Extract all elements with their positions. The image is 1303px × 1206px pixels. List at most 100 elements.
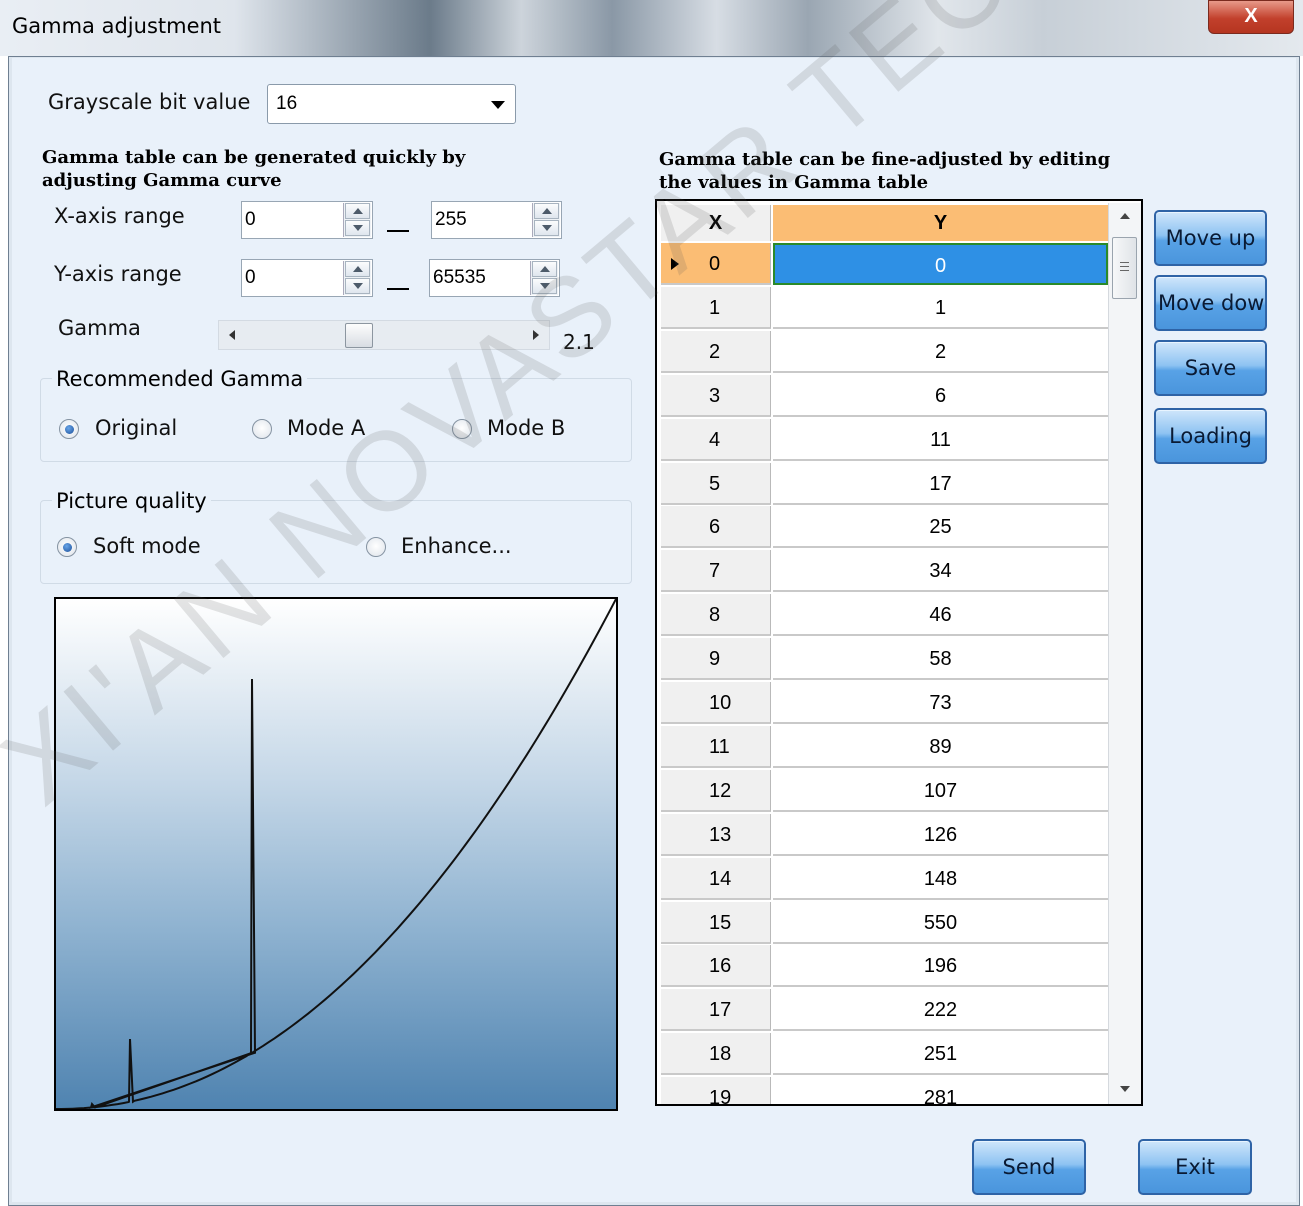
radio-soft-mode[interactable] [57,537,77,557]
grip-icon [1120,262,1129,263]
cell-x[interactable]: 9 [661,638,771,681]
cell-y[interactable]: 89 [773,725,1108,768]
cell-x[interactable]: 17 [661,989,771,1032]
cell-x[interactable]: 6 [661,506,771,549]
cell-x[interactable]: 15 [661,901,771,944]
y-min-spinner[interactable]: 0 [241,259,373,297]
spin-up-icon[interactable] [345,261,370,277]
cell-y[interactable]: 1 [773,286,1108,329]
row-indicator-icon [671,258,679,270]
cell-y[interactable]: 281 [773,1077,1108,1104]
x-min-spinner[interactable]: 0 [241,201,373,239]
spin-down-icon[interactable] [345,278,370,294]
cell-x[interactable]: 12 [661,769,771,812]
exit-button[interactable]: Exit [1138,1139,1252,1195]
move-up-button[interactable]: Move up [1154,210,1267,266]
cell-y[interactable]: 107 [773,769,1108,812]
gamma-curve-canvas[interactable] [54,597,618,1111]
loading-button[interactable]: Loading [1154,408,1267,464]
x-max-value: 255 [435,209,467,230]
spin-up-icon[interactable] [532,261,557,277]
arrow-right-icon[interactable] [533,330,539,340]
cell-x[interactable]: 5 [661,462,771,505]
cell-x[interactable]: 14 [661,857,771,900]
right-note-line-1: Gamma table can be fine-adjusted by edit… [659,149,1111,170]
cell-x[interactable]: 18 [661,1033,771,1076]
y-axis-label: Y-axis range [54,262,182,286]
chevron-down-icon [491,101,505,109]
y-max-spinner[interactable]: 65535 [429,259,560,297]
cell-y[interactable]: 58 [773,638,1108,681]
y-max-spin-buttons [530,261,558,295]
cell-y[interactable]: 2 [773,330,1108,373]
radio-mode-b[interactable] [452,419,472,439]
slider-thumb[interactable] [345,323,374,348]
radio-original[interactable] [59,419,79,439]
cell-y[interactable]: 25 [773,506,1108,549]
column-header-y[interactable]: Y [773,205,1108,241]
grayscale-label: Grayscale bit value [48,90,251,114]
gamma-slider[interactable] [218,320,550,350]
cell-y[interactable]: 550 [773,901,1108,944]
cell-x[interactable]: 19 [661,1077,771,1104]
cell-y[interactable]: 11 [773,418,1108,461]
x-max-spinner[interactable]: 255 [431,201,562,239]
radio-mode-b-label[interactable]: Mode B [487,416,565,440]
cell-y[interactable]: 34 [773,550,1108,593]
gamma-curve-line [56,598,617,1110]
radio-enhance[interactable] [366,537,386,557]
send-button[interactable]: Send [972,1139,1086,1195]
scroll-down-icon[interactable] [1120,1086,1130,1092]
cell-y[interactable]: 196 [773,945,1108,988]
cell-y[interactable]: 46 [773,594,1108,637]
spin-down-icon[interactable] [345,220,370,236]
range-dash [387,288,409,290]
spin-down-icon[interactable] [532,278,557,294]
cell-y[interactable]: 222 [773,989,1108,1032]
move-down-button[interactable]: Move down [1154,275,1267,331]
cell-y[interactable]: 6 [773,374,1108,417]
left-note: Gamma table can be generated quickly by … [42,146,465,192]
grayscale-select[interactable]: 16 [267,84,516,124]
cell-x[interactable]: 4 [661,418,771,461]
cell-y[interactable]: 17 [773,462,1108,505]
cell-y[interactable]: 251 [773,1033,1108,1076]
scroll-up-icon[interactable] [1120,213,1130,219]
cell-y[interactable]: 73 [773,682,1108,724]
cell-x[interactable]: 1 [661,286,771,329]
scroll-thumb[interactable] [1112,237,1137,299]
cell-x[interactable]: 3 [661,374,771,417]
spin-up-icon[interactable] [534,203,559,219]
gamma-table[interactable]: X Y 0 0 1 1 2 2 3 6 4 11 5 17 6 25 7 34 8 46 9 58 10 73 11 89 12… [655,199,1143,1106]
cell-y[interactable]: 126 [773,813,1108,856]
picture-quality-title: Picture quality [52,489,211,513]
spin-down-icon[interactable] [534,220,559,236]
gamma-value: 2.1 [563,330,595,354]
radio-enhance-label[interactable]: Enhance... [401,534,512,558]
cell-x[interactable]: 13 [661,813,771,856]
radio-mode-a[interactable] [252,419,272,439]
spin-up-icon[interactable] [345,203,370,219]
radio-mode-a-label[interactable]: Mode A [287,416,365,440]
radio-soft-mode-label[interactable]: Soft mode [93,534,201,558]
cell-x[interactable]: 7 [661,550,771,593]
cell-x[interactable]: 2 [661,330,771,373]
arrow-left-icon[interactable] [229,330,235,340]
cell-y[interactable]: 148 [773,857,1108,900]
window-title: Gamma adjustment [12,14,222,38]
title-bar: Gamma adjustment X [0,0,1303,56]
save-button[interactable]: Save [1154,340,1267,396]
x-min-value: 0 [245,209,256,230]
radio-original-label[interactable]: Original [95,416,177,440]
recommended-gamma-title: Recommended Gamma [52,367,308,391]
cell-x[interactable]: 16 [661,945,771,988]
table-scrollbar[interactable] [1108,203,1141,1104]
cell-x[interactable]: 8 [661,594,771,637]
cell-y[interactable]: 0 [773,243,1108,285]
close-button[interactable]: X [1208,0,1294,34]
cell-x[interactable]: 11 [661,725,771,768]
left-note-line-2: adjusting Gamma curve [42,170,282,191]
right-note: Gamma table can be fine-adjusted by edit… [659,148,1110,194]
cell-x[interactable]: 10 [661,682,771,724]
column-header-x[interactable]: X [661,205,771,241]
